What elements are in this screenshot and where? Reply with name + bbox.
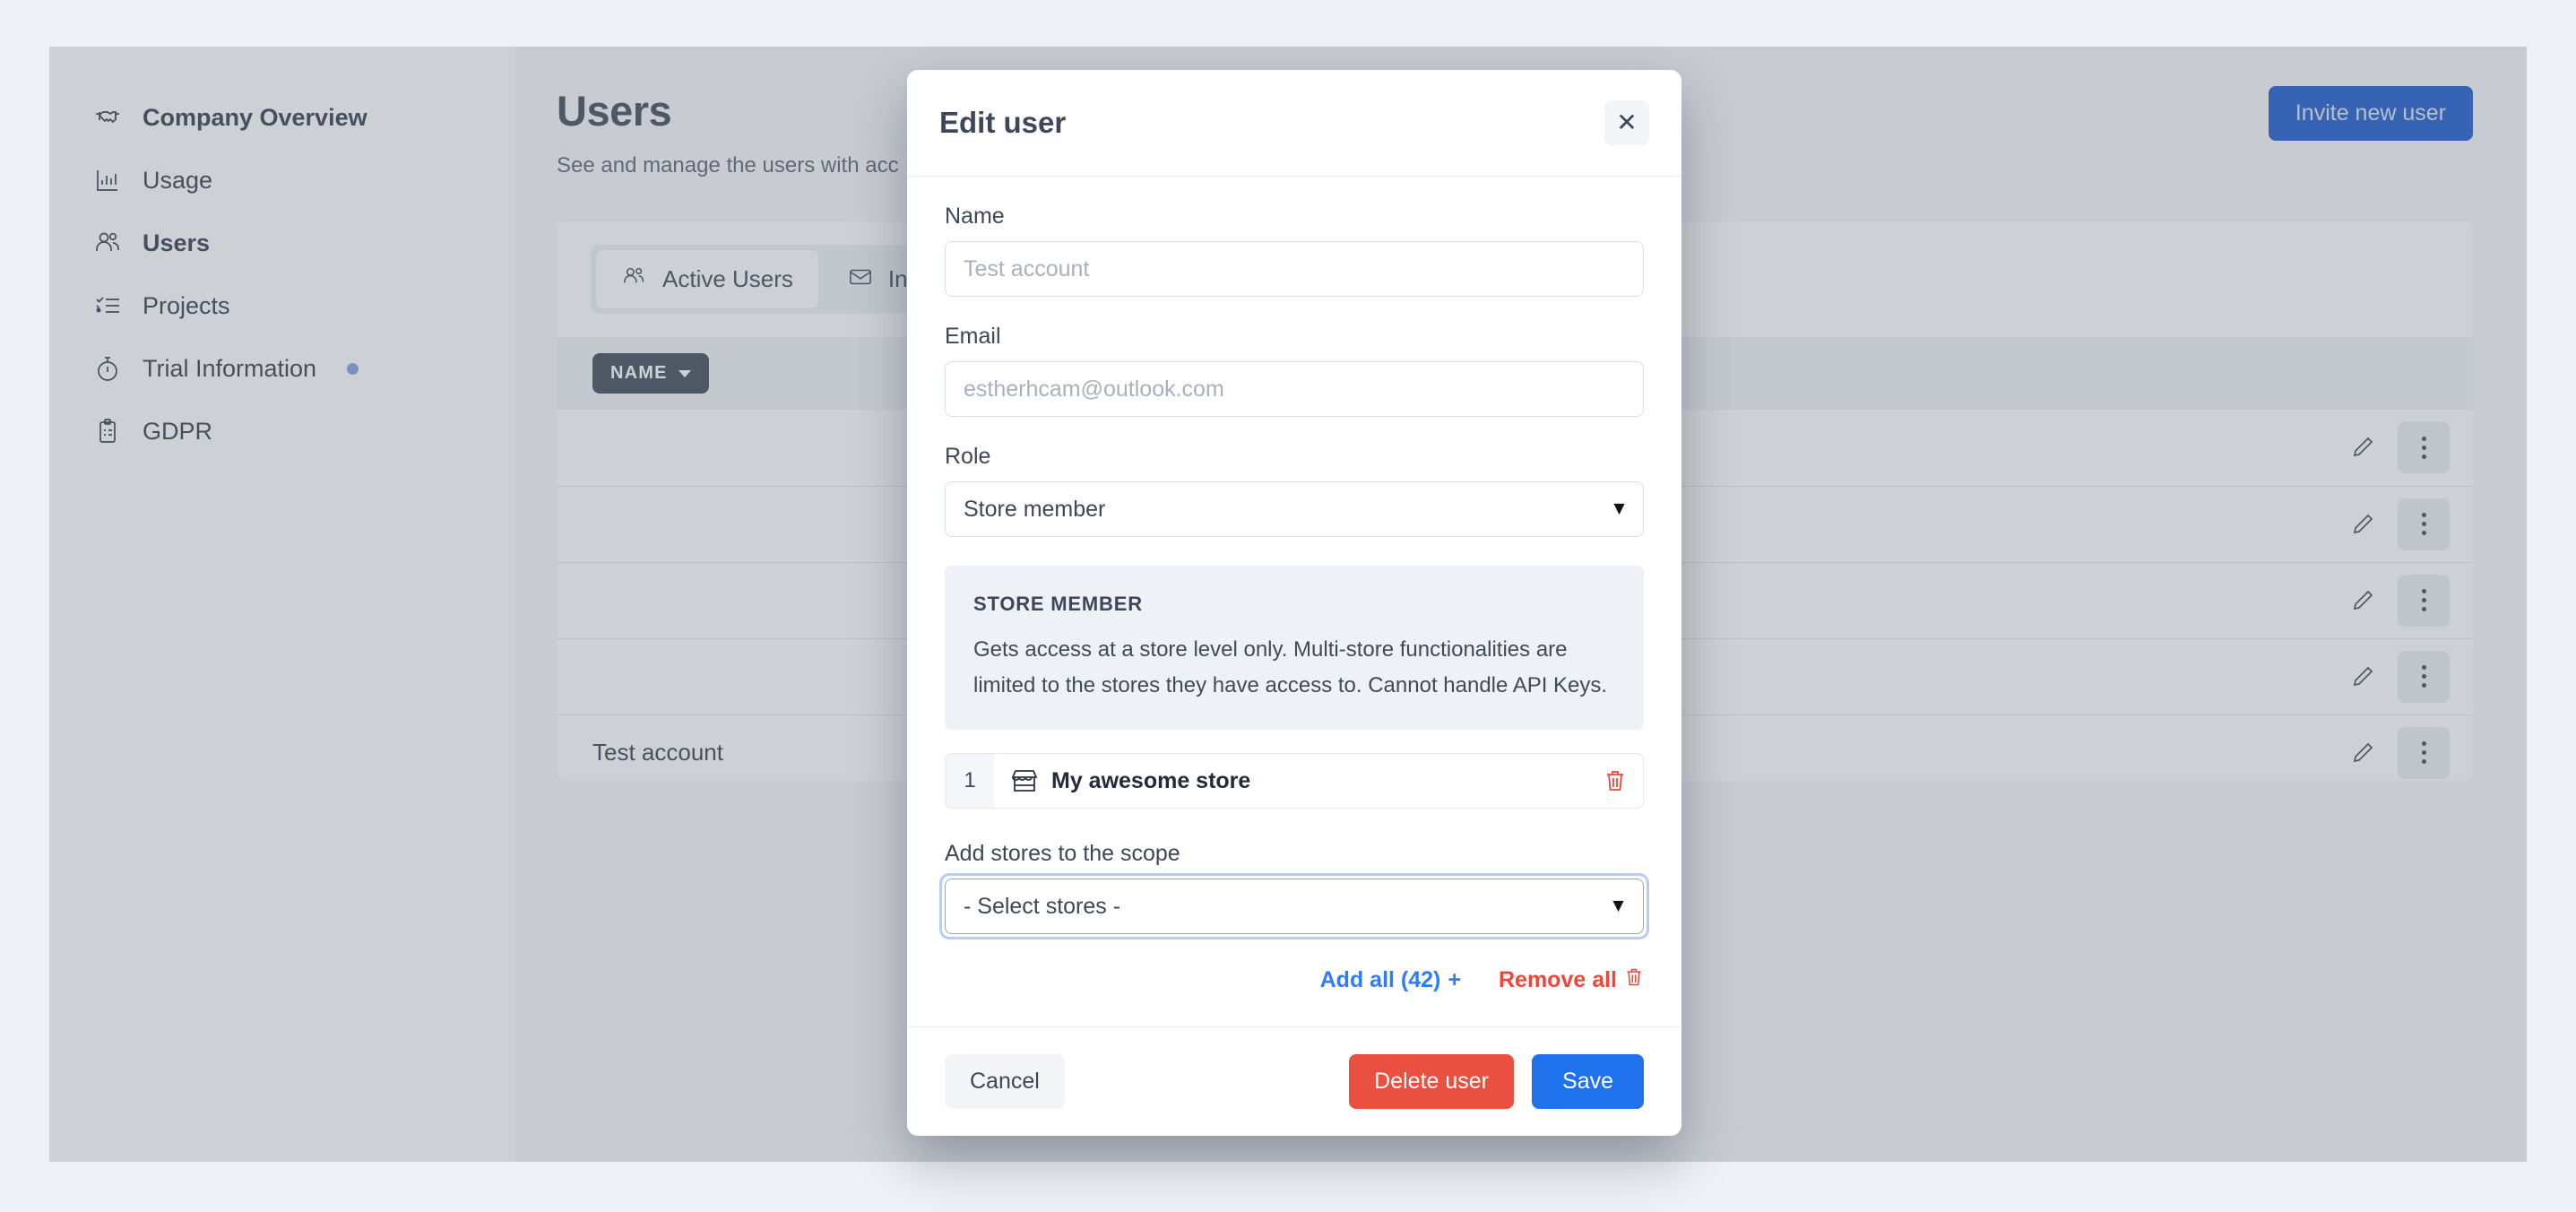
role-info-title: STORE MEMBER — [973, 593, 1143, 615]
role-select-wrap: Store member ▾ — [945, 481, 1644, 537]
plus-icon: + — [1448, 967, 1461, 993]
store-icon — [1010, 767, 1039, 794]
screen: Company Overview Usage Users Projects Tr… — [0, 0, 2576, 1212]
footer-right-actions: Delete user Save — [1349, 1054, 1644, 1110]
scope-select-wrap: - Select stores - ▾ — [939, 873, 1649, 940]
role-field-label: Role — [945, 444, 991, 469]
role-info-box: STORE MEMBER Gets access at a store leve… — [945, 566, 1644, 731]
trash-icon — [1624, 966, 1644, 994]
scope-actions: Add all (42) + Remove all — [945, 966, 1644, 994]
close-icon[interactable]: ✕ — [1604, 100, 1649, 145]
remove-all-stores-link[interactable]: Remove all — [1499, 966, 1644, 994]
role-select[interactable]: Store member — [945, 481, 1644, 537]
remove-all-stores-label: Remove all — [1498, 967, 1617, 993]
delete-user-button[interactable]: Delete user — [1349, 1054, 1515, 1110]
add-all-stores-link[interactable]: Add all (42) + — [1320, 967, 1461, 993]
name-field-label: Name — [945, 203, 1005, 229]
scoped-store-row: 1 My awesome store — [945, 753, 1644, 809]
add-all-stores-label: Add all (42) — [1319, 967, 1441, 993]
email-input[interactable] — [945, 361, 1644, 417]
email-field-label: Email — [945, 324, 1001, 349]
cancel-button[interactable]: Cancel — [945, 1054, 1065, 1110]
scope-select[interactable]: - Select stores - — [945, 879, 1644, 935]
remove-store-button[interactable] — [1604, 768, 1627, 793]
store-name: My awesome store — [1051, 767, 1251, 793]
modal-title: Edit user — [939, 106, 1067, 139]
modal-body: Name Email Role Store member ▾ STORE MEM… — [907, 177, 1681, 1026]
name-input[interactable] — [945, 241, 1644, 297]
store-index: 1 — [946, 754, 994, 809]
modal-footer: Cancel Delete user Save — [907, 1026, 1681, 1136]
save-button[interactable]: Save — [1532, 1054, 1644, 1110]
scope-select-label: Add stores to the scope — [945, 841, 1180, 867]
modal-header: Edit user ✕ — [907, 70, 1681, 177]
edit-user-modal: Edit user ✕ Name Email Role Store member… — [907, 70, 1681, 1137]
role-info-text: Gets access at a store level only. Multi… — [973, 637, 1608, 697]
